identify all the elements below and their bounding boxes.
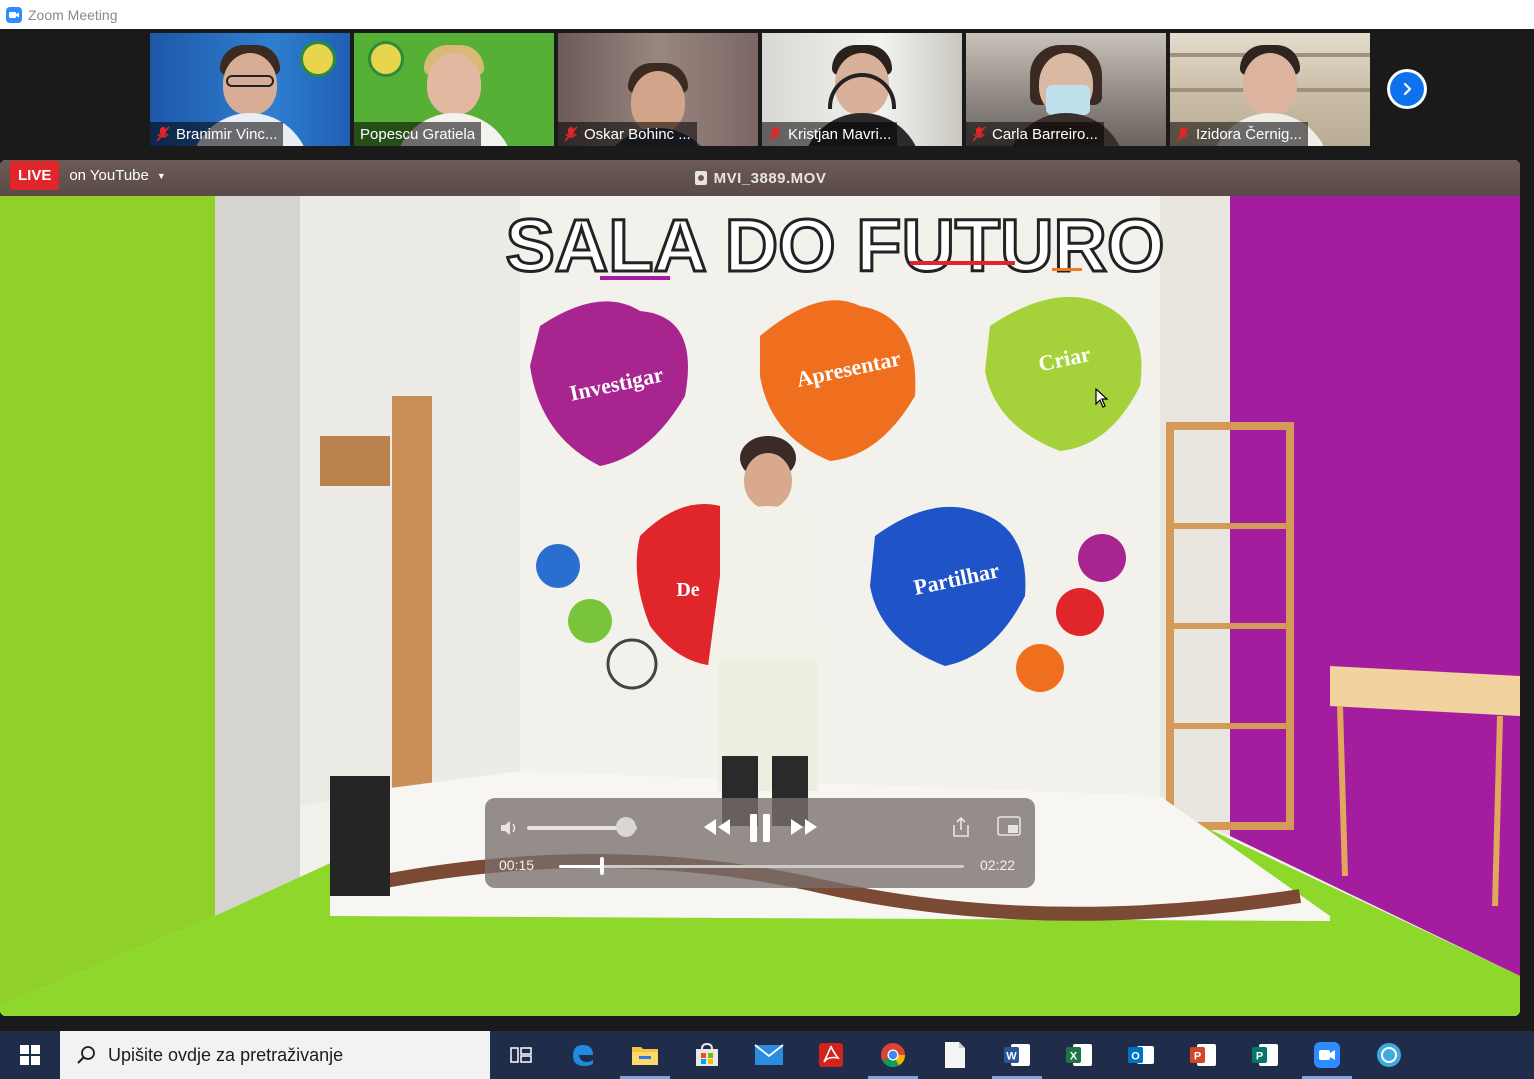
outlook-icon: O (1128, 1046, 1154, 1064)
caret-down-icon: ▼ (156, 170, 166, 181)
search-icon (77, 1046, 95, 1064)
taskbar-search-box[interactable]: Upišite ovdje za pretraživanje (60, 1031, 490, 1079)
mail-icon (754, 1044, 784, 1065)
app-button[interactable] (1358, 1031, 1420, 1079)
participant-namebar: Carla Barreiro... (966, 122, 1104, 146)
svg-text:P: P (1194, 1051, 1201, 1063)
zoom-logo-icon (6, 6, 22, 23)
excel-icon: X (1066, 1044, 1092, 1066)
windows-taskbar: Upišite ovdje za pretraživanje W X O P P (0, 1031, 1534, 1079)
duration: 02:22 (980, 857, 1016, 873)
powerpoint-icon: P (1190, 1044, 1216, 1066)
powerpoint-button[interactable]: P (1172, 1031, 1234, 1079)
wall-heading: SALA DO FUTURO (505, 204, 1164, 287)
volume-slider-knob[interactable] (616, 817, 636, 837)
file-button[interactable] (924, 1031, 986, 1079)
app-icon (1377, 1043, 1401, 1067)
rewind-icon[interactable] (703, 816, 731, 838)
video-player-controls[interactable]: 00:15 02:22 (485, 798, 1035, 888)
progress-fill (559, 865, 602, 868)
participant-name: Kristjan Mavri... (788, 125, 892, 143)
mic-muted-icon (768, 126, 782, 142)
windows-logo-icon (20, 1045, 40, 1065)
participant-tile-active[interactable]: Popescu Gratiela (354, 33, 554, 146)
acrobat-button[interactable] (800, 1031, 862, 1079)
start-button[interactable] (0, 1031, 60, 1079)
mic-muted-icon (972, 126, 986, 142)
task-view-icon (510, 1047, 532, 1063)
store-icon (696, 1042, 718, 1066)
participant-tile[interactable]: Kristjan Mavri... (762, 33, 962, 146)
participant-namebar: Kristjan Mavri... (762, 122, 898, 146)
mic-muted-icon (1176, 126, 1190, 142)
current-time: 00:15 (499, 857, 535, 873)
ecostep-logo-icon (368, 41, 404, 77)
volume-icon[interactable] (499, 818, 519, 838)
window-titlebar: Zoom Meeting (0, 0, 1534, 29)
svg-text:X: X (1070, 1051, 1078, 1063)
participant-namebar: Popescu Gratiela (354, 122, 482, 146)
participant-namebar: Branimir Vinc... (150, 122, 284, 146)
search-placeholder: Upišite ovdje za pretraživanje (108, 1044, 344, 1065)
participant-name: Popescu Gratiela (360, 125, 476, 143)
mic-muted-icon (156, 126, 170, 142)
picture-in-picture-icon[interactable] (997, 816, 1021, 836)
mail-button[interactable] (738, 1031, 800, 1079)
video-titlebar: MVI_3889.MOV (0, 160, 1520, 196)
acrobat-icon (819, 1043, 843, 1067)
edge-icon (573, 1045, 593, 1066)
pause-icon[interactable] (748, 812, 772, 844)
participant-namebar: Izidora Černig... (1170, 122, 1308, 146)
chevron-right-icon (1403, 82, 1412, 96)
ecostep-logo-icon (300, 41, 336, 77)
participant-namebar: Oskar Bohinc ... (558, 122, 697, 146)
svg-text:O: O (1131, 1051, 1140, 1063)
chrome-button[interactable] (862, 1031, 924, 1079)
live-platform-label: on YouTube (69, 167, 149, 184)
participant-tile[interactable]: Carla Barreiro... (966, 33, 1166, 146)
live-badge: LIVE (10, 161, 60, 190)
participant-name: Izidora Černig... (1196, 125, 1302, 143)
video-file-icon (694, 171, 707, 185)
publisher-button[interactable]: P (1234, 1031, 1296, 1079)
svg-text:De: De (676, 579, 699, 601)
zoom-icon (1314, 1042, 1340, 1068)
zoom-button[interactable] (1296, 1031, 1358, 1079)
file-icon (945, 1042, 965, 1068)
fast-forward-icon[interactable] (790, 816, 818, 838)
face-mask-icon (1046, 85, 1090, 115)
video-filename: MVI_3889.MOV (694, 170, 827, 187)
mouse-cursor-icon (1095, 388, 1109, 408)
video-frame: SALA DO FUTURO Investigar Apresentar Cri… (0, 196, 1520, 1016)
participant-tile[interactable]: Oskar Bohinc ... (558, 33, 758, 146)
task-view-button[interactable] (490, 1031, 552, 1079)
word-button[interactable]: W (986, 1031, 1048, 1079)
outlook-button[interactable]: O (1110, 1031, 1172, 1079)
participant-strip: Branimir Vinc... Popescu Gratiela Oskar … (0, 29, 1520, 157)
chrome-icon (881, 1043, 905, 1068)
share-icon[interactable] (951, 816, 971, 838)
glasses-icon (226, 75, 274, 87)
svg-text:W: W (1006, 1051, 1017, 1063)
word-icon: W (1004, 1044, 1030, 1066)
participant-name: Branimir Vinc... (176, 125, 278, 143)
publisher-icon: P (1252, 1044, 1278, 1066)
excel-button[interactable]: X (1048, 1031, 1110, 1079)
live-platform-dropdown[interactable]: on YouTube ▼ (69, 167, 165, 184)
file-explorer-button[interactable] (614, 1031, 676, 1079)
live-stream-indicator[interactable]: LIVE on YouTube ▼ (10, 160, 166, 191)
window-title: Zoom Meeting (28, 6, 118, 23)
edge-button[interactable] (552, 1031, 614, 1079)
participant-name: Carla Barreiro... (992, 125, 1098, 143)
participant-tile[interactable]: Izidora Černig... (1170, 33, 1370, 146)
progress-scrubber[interactable] (599, 857, 604, 875)
svg-text:P: P (1256, 1051, 1263, 1063)
next-page-button[interactable] (1387, 69, 1427, 109)
store-button[interactable] (676, 1031, 738, 1079)
progress-bar[interactable] (559, 857, 964, 875)
participant-tile[interactable]: Branimir Vinc... (150, 33, 350, 146)
mic-muted-icon (564, 126, 578, 142)
participant-name: Oskar Bohinc ... (584, 125, 691, 143)
file-explorer-icon (632, 1047, 658, 1065)
